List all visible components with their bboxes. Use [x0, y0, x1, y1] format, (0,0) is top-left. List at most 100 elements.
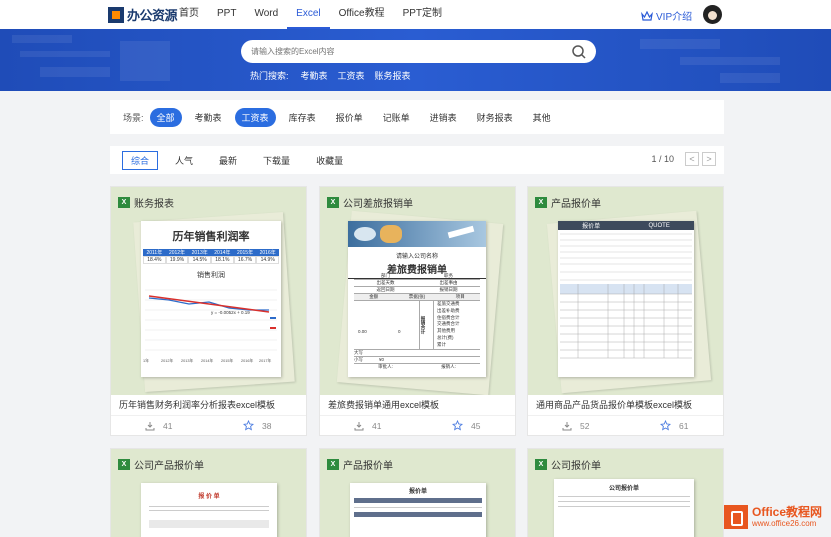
card-thumbnail[interactable]: X 公司产品报价单 报 价 单 [111, 449, 306, 537]
preview-banner [348, 221, 486, 247]
card-thumbnail[interactable]: X 产品报价单 报价单 [320, 449, 515, 537]
filter-attendance[interactable]: 考勤表 [188, 108, 229, 127]
download-count: 41 [354, 421, 381, 431]
star-icon[interactable] [452, 420, 463, 431]
office-logo-icon [724, 505, 748, 529]
filter-ledger[interactable]: 记账单 [376, 108, 417, 127]
star-icon[interactable] [243, 420, 254, 431]
nav-home[interactable]: 首页 [170, 0, 208, 29]
filter-purchase-sales[interactable]: 进销表 [423, 108, 464, 127]
excel-icon: X [535, 459, 547, 470]
hot-term[interactable]: 考勤表 [301, 69, 328, 82]
sort-bar: 综合 人气 最新 下载量 收藏量 1 / 10 < > [110, 146, 724, 174]
user-avatar[interactable] [703, 5, 722, 24]
nav-links: 首页 PPT Word Excel Office教程 PPT定制 [170, 0, 451, 29]
nav-excel[interactable]: Excel [287, 0, 330, 29]
nav-ppt[interactable]: PPT [208, 0, 245, 29]
filter-other[interactable]: 其他 [526, 108, 558, 127]
preview-grid [560, 233, 692, 359]
crown-icon [641, 10, 653, 21]
preview-sheet: 报价单 [350, 483, 486, 537]
hot-term[interactable]: 账务报表 [375, 69, 411, 82]
card-stats: 52 61 [528, 415, 723, 435]
excel-icon: X [118, 197, 130, 208]
nav-ppt-custom[interactable]: PPT定制 [394, 0, 451, 29]
preview-formula: y = -0.0052x + 0.19 [211, 310, 250, 315]
card-category: X 公司产品报价单 [118, 457, 204, 472]
top-nav: 办公资源 首页 PPT Word Excel Office教程 PPT定制 VI… [0, 0, 831, 29]
filter-inventory[interactable]: 库存表 [282, 108, 323, 127]
card-thumbnail[interactable]: X 账务报表 历年销售利润率 2011年 2012年 2013年 2014年 20… [111, 187, 306, 395]
card-title[interactable]: 历年销售财务利润率分析报表excel模板 [111, 395, 306, 415]
card-category: X 产品报价单 [327, 457, 393, 472]
watermark-url: www.office26.com [752, 518, 817, 528]
preview-sheet: 报价单 QUOTE [558, 221, 694, 377]
filter-salary[interactable]: 工资表 [234, 107, 276, 127]
filter-quote[interactable]: 报价单 [329, 108, 370, 127]
nav-word[interactable]: Word [245, 0, 287, 29]
card-stats: 41 45 [320, 415, 515, 435]
search-input[interactable] [251, 47, 570, 56]
preview-heading: 历年销售利润率 [172, 231, 250, 243]
star-icon[interactable] [660, 420, 671, 431]
card-thumbnail[interactable]: X 公司报价单 公司报价单 [528, 449, 723, 537]
filter-all[interactable]: 全部 [149, 107, 182, 127]
template-card[interactable]: X 公司产品报价单 报 价 单 [110, 448, 307, 537]
preview-sheet: 公司报价单 [554, 479, 694, 537]
excel-icon: X [327, 459, 339, 470]
site-logo[interactable]: 办公资源 [108, 5, 178, 24]
card-category: X 公司差旅报销单 [327, 195, 413, 210]
card-category: X 产品报价单 [535, 195, 601, 210]
preview-year-row: 2011年 2012年 2013年 2014年 2015年 2016年 [143, 249, 280, 256]
card-category: X 账务报表 [118, 195, 174, 210]
next-page-button[interactable]: > [702, 152, 716, 166]
template-card[interactable]: X 产品报价单 报价单 [319, 448, 516, 537]
template-card[interactable]: X 账务报表 历年销售利润率 2011年 2012年 2013年 2014年 20… [110, 186, 307, 436]
preview-sheet: 历年销售利润率 2011年 2012年 2013年 2014年 2015年 20… [141, 221, 281, 377]
download-icon [354, 421, 364, 430]
search-banner: 热门搜索: 考勤表 工资表 账务报表 [0, 29, 831, 91]
sort-latest[interactable]: 最新 [210, 151, 246, 170]
excel-icon: X [327, 197, 339, 208]
card-title[interactable]: 差旅费报销单通用excel模板 [320, 395, 515, 415]
card-thumbnail[interactable]: X 公司差旅报销单 请输入公司名称 差旅费报销单 部门 职务 出差天数 出差事由 返回… [320, 187, 515, 395]
vip-link[interactable]: VIP介绍 [641, 8, 692, 23]
preview-company: 请输入公司名称 [395, 254, 438, 260]
filter-financial[interactable]: 财务报表 [470, 108, 520, 127]
template-card[interactable]: X 公司报价单 公司报价单 [527, 448, 724, 537]
sort-overall[interactable]: 综合 [122, 150, 159, 170]
search-icon[interactable] [570, 43, 588, 61]
svg-text:2016年: 2016年 [241, 358, 253, 363]
excel-icon: X [118, 459, 130, 470]
pagination: 1 / 10 < > [651, 152, 716, 166]
search-box[interactable] [241, 40, 596, 63]
prev-page-button[interactable]: < [685, 152, 699, 166]
sort-favorites[interactable]: 收藏量 [307, 151, 352, 170]
favorite-count: 38 [243, 420, 271, 431]
download-count: 41 [145, 421, 172, 431]
preview-sheet: 请输入公司名称 差旅费报销单 部门 职务 出差天数 出差事由 返回日期 报销日期 金额… [348, 221, 486, 377]
vip-label: VIP介绍 [656, 12, 693, 23]
watermark-brand: Office教程网 [752, 504, 823, 519]
preview-form: 部门 职务 出差天数 出差事由 返回日期 报销日期 金额 票据(张) 项目 0.00 0 … [354, 273, 480, 370]
preview-sheet: 报 价 单 [141, 483, 277, 537]
card-thumbnail[interactable]: X 产品报价单 报价单 QUOTE [528, 187, 723, 395]
sort-downloads[interactable]: 下载量 [254, 151, 299, 170]
card-stats: 41 38 [111, 415, 306, 435]
logo-icon [108, 6, 124, 23]
hot-label: 热门搜索: [250, 71, 289, 81]
svg-text:2013年: 2013年 [181, 358, 193, 363]
hot-term[interactable]: 工资表 [338, 69, 365, 82]
nav-office-tutorial[interactable]: Office教程 [330, 0, 394, 29]
sort-popular[interactable]: 人气 [166, 151, 202, 170]
card-title[interactable]: 通用商品产品货品报价单模板excel模板 [528, 395, 723, 415]
download-count: 52 [562, 421, 589, 431]
page-indicator: 1 / 10 [651, 154, 674, 164]
site-watermark: Office教程网 www.office26.com [724, 497, 831, 537]
excel-icon: X [535, 197, 547, 208]
template-card[interactable]: X 产品报价单 报价单 QUOTE 通用商品产品货品报价单模板excel模板 52 [527, 186, 724, 436]
svg-text:1年: 1年 [143, 358, 149, 363]
preview-chart-title: 销售利润 [197, 272, 225, 279]
template-card[interactable]: X 公司差旅报销单 请输入公司名称 差旅费报销单 部门 职务 出差天数 出差事由 返回… [319, 186, 516, 436]
preview-quote-header: 报价单 QUOTE [558, 221, 694, 230]
